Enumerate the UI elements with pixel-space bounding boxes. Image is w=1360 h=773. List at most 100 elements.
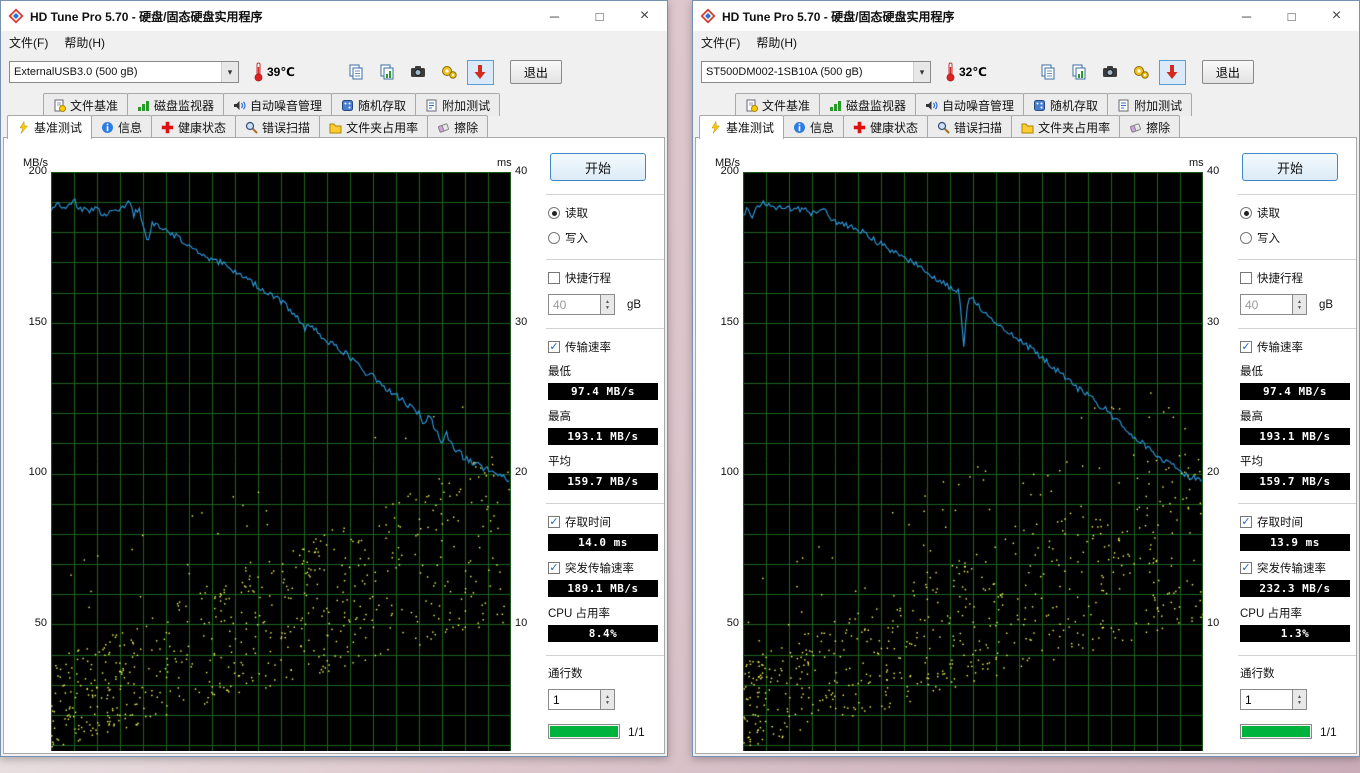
- options-button[interactable]: [436, 60, 463, 85]
- cpu-usage-value: 1.3%: [1240, 625, 1350, 642]
- save-down-arrow-icon: [1166, 65, 1178, 79]
- burst-rate-checkbox[interactable]: 突发传输速率: [548, 560, 664, 576]
- copy-pages-button[interactable]: [1035, 60, 1062, 85]
- menu-help[interactable]: 帮助(H): [748, 31, 805, 54]
- radio-selected-icon: [548, 207, 560, 219]
- tab-health[interactable]: 健康状态: [151, 115, 237, 138]
- minimize-button[interactable]: ─: [532, 1, 577, 31]
- burst-rate-checkbox[interactable]: 突发传输速率: [1240, 560, 1356, 576]
- drive-select-value: ExternalUSB3.0 (500 gB): [14, 66, 138, 78]
- tab-erase[interactable]: 擦除: [1119, 115, 1181, 138]
- spinner-down-icon[interactable]: [1297, 700, 1302, 706]
- tab-benchmark[interactable]: 基准测试: [7, 115, 93, 139]
- transfer-rate-checkbox[interactable]: 传输速率: [1240, 339, 1356, 355]
- tab-extra-tests[interactable]: 附加测试: [1107, 93, 1193, 116]
- tab-label: 文件夹占用率: [1038, 120, 1111, 135]
- progress-fill: [1242, 726, 1310, 737]
- tab-error-scan[interactable]: 错误扫描: [235, 115, 321, 138]
- short-stroke-checkbox[interactable]: 快捷行程: [548, 270, 664, 286]
- right-axis-tick: 20: [515, 466, 528, 478]
- passes-spinner[interactable]: [600, 689, 615, 710]
- exit-button[interactable]: 退出: [1201, 60, 1254, 84]
- write-radio[interactable]: 写入: [1240, 230, 1356, 246]
- minimize-button[interactable]: ─: [1224, 1, 1269, 31]
- short-stroke-checkbox[interactable]: 快捷行程: [1240, 270, 1356, 286]
- tab-aam[interactable]: 自动噪音管理: [223, 93, 333, 116]
- divider: [1238, 194, 1356, 196]
- drive-select[interactable]: ExternalUSB3.0 (500 gB): [9, 61, 239, 83]
- tab-label: 磁盘监视器: [846, 98, 907, 113]
- window-title: HD Tune Pro 5.70 - 硬盘/固态硬盘实用程序: [722, 9, 955, 24]
- checkbox-checked-icon: [548, 341, 560, 353]
- tab-aam[interactable]: 自动噪音管理: [915, 93, 1025, 116]
- tab-file-benchmark[interactable]: 文件基准: [43, 93, 129, 116]
- transfer-rate-checkbox[interactable]: 传输速率: [548, 339, 664, 355]
- tab-extra-tests[interactable]: 附加测试: [415, 93, 501, 116]
- close-button[interactable]: ×: [622, 1, 667, 31]
- save-results-button[interactable]: [466, 59, 494, 85]
- short-stroke-size-row: gB: [1240, 294, 1356, 315]
- short-stroke-size-input[interactable]: [1240, 294, 1292, 315]
- passes-spinner[interactable]: [1292, 689, 1307, 710]
- spinner-down-icon[interactable]: [605, 305, 610, 311]
- tab-folder-usage[interactable]: 文件夹占用率: [1011, 115, 1121, 138]
- write-radio[interactable]: 写入: [548, 230, 664, 246]
- tab-row-primary: 基准测试 信息 健康状态 错误扫描 文件夹占用率 擦除: [7, 115, 489, 139]
- tab-folder-usage[interactable]: 文件夹占用率: [319, 115, 429, 138]
- tab-random-access[interactable]: 随机存取: [331, 93, 417, 116]
- divider: [1238, 259, 1356, 261]
- copy-chart-button[interactable]: [374, 60, 401, 85]
- access-time-checkbox[interactable]: 存取时间: [1240, 514, 1356, 530]
- options-button[interactable]: [1128, 60, 1155, 85]
- tab-info[interactable]: 信息: [91, 115, 153, 138]
- access-time-checkbox[interactable]: 存取时间: [548, 514, 664, 530]
- short-stroke-size-input[interactable]: [548, 294, 600, 315]
- menu-help[interactable]: 帮助(H): [56, 31, 113, 54]
- hdtune-app-icon: [8, 8, 24, 24]
- tab-label: 附加测试: [442, 98, 491, 113]
- start-button[interactable]: 开始: [550, 153, 646, 181]
- short-stroke-spinner[interactable]: [1292, 294, 1307, 315]
- chevron-down-icon[interactable]: [913, 62, 930, 82]
- read-radio[interactable]: 读取: [1240, 205, 1356, 221]
- tab-label: 擦除: [1146, 120, 1171, 135]
- benchmark-control-panel: 开始 读取 写入 快捷行程 gB: [546, 141, 664, 739]
- tab-error-scan[interactable]: 错误扫描: [927, 115, 1013, 138]
- spinner-down-icon[interactable]: [1297, 305, 1302, 311]
- tab-label: 自动噪音管理: [250, 98, 323, 113]
- tab-row-secondary: 文件基准 磁盘监视器 自动噪音管理 随机存取 附加测试: [43, 93, 501, 116]
- tab-health[interactable]: 健康状态: [843, 115, 929, 138]
- maximize-button[interactable]: □: [1269, 1, 1314, 31]
- desktop: HD Tune Pro 5.70 - 硬盘/固态硬盘实用程序 ─ □ × 文件(…: [0, 0, 1360, 773]
- tab-erase[interactable]: 擦除: [427, 115, 489, 138]
- menu-file[interactable]: 文件(F): [1, 31, 56, 54]
- save-results-button[interactable]: [1158, 59, 1186, 85]
- camera-button[interactable]: [1097, 60, 1124, 85]
- read-radio[interactable]: 读取: [548, 205, 664, 221]
- tab-label: 错误扫描: [954, 120, 1003, 135]
- short-stroke-spinner[interactable]: [600, 294, 615, 315]
- spinner-down-icon[interactable]: [605, 700, 610, 706]
- camera-button[interactable]: [405, 60, 432, 85]
- copy-chart-button[interactable]: [1066, 60, 1093, 85]
- chevron-down-icon[interactable]: [221, 62, 238, 82]
- thermometer-icon: [254, 62, 263, 82]
- benchmark-control-panel: 开始 读取 写入 快捷行程 gB: [1238, 141, 1356, 739]
- tab-file-benchmark[interactable]: 文件基准: [735, 93, 821, 116]
- exit-button[interactable]: 退出: [509, 60, 562, 84]
- start-button[interactable]: 开始: [1242, 153, 1338, 181]
- checkbox-checked-icon: [1240, 562, 1252, 574]
- tab-disk-monitor[interactable]: 磁盘监视器: [819, 93, 917, 116]
- copy-pages-button[interactable]: [343, 60, 370, 85]
- drive-select[interactable]: ST500DM002-1SB10A (500 gB): [701, 61, 931, 83]
- tab-disk-monitor[interactable]: 磁盘监视器: [127, 93, 225, 116]
- passes-input[interactable]: [1240, 689, 1292, 710]
- tab-benchmark[interactable]: 基准测试: [699, 115, 785, 139]
- close-button[interactable]: ×: [1314, 1, 1359, 31]
- menu-file[interactable]: 文件(F): [693, 31, 748, 54]
- tab-random-access[interactable]: 随机存取: [1023, 93, 1109, 116]
- tab-info[interactable]: 信息: [783, 115, 845, 138]
- divider: [546, 503, 664, 505]
- passes-input[interactable]: [548, 689, 600, 710]
- maximize-button[interactable]: □: [577, 1, 622, 31]
